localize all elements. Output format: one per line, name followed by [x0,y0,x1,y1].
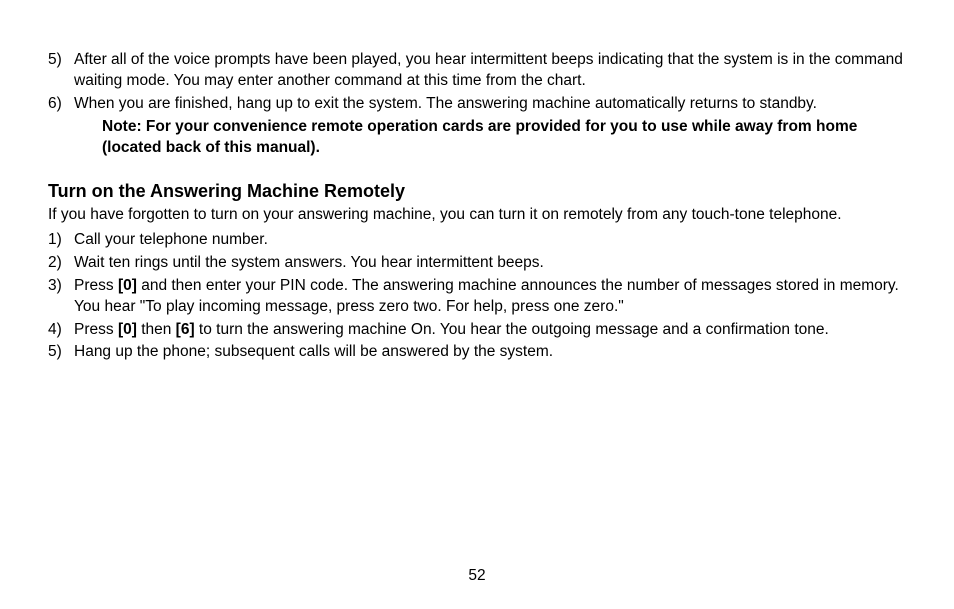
list-item: 3) Press [0] and then enter your PIN cod… [48,276,906,318]
section-heading: Turn on the Answering Machine Remotely [48,179,906,203]
list-number: 5) [48,50,74,92]
list-number: 3) [48,276,74,318]
list-number: 4) [48,320,74,341]
page-number: 52 [0,566,954,587]
list-number: 5) [48,342,74,363]
list-body: Hang up the phone; subsequent calls will… [74,342,906,363]
list-body: Call your telephone number. [74,230,906,251]
note-text: Note: For your convenience remote operat… [102,117,906,159]
list-item: 5) After all of the voice prompts have b… [48,50,906,92]
document-page: 5) After all of the voice prompts have b… [0,0,954,609]
list-item: 4) Press [0] then [6] to turn the answer… [48,320,906,341]
list-item: 5) Hang up the phone; subsequent calls w… [48,342,906,363]
list-item: 2) Wait ten rings until the system answe… [48,253,906,274]
list-number: 6) [48,94,74,115]
list-number: 2) [48,253,74,274]
section-intro: If you have forgotten to turn on your an… [48,205,906,226]
list-item: 6) When you are finished, hang up to exi… [48,94,906,115]
list-body: Wait ten rings until the system answers.… [74,253,906,274]
list-body: Press [0] then [6] to turn the answering… [74,320,906,341]
list-body: When you are finished, hang up to exit t… [74,94,906,115]
list-number: 1) [48,230,74,251]
list-body: Press [0] and then enter your PIN code. … [74,276,906,318]
list-body: After all of the voice prompts have been… [74,50,906,92]
list-item: 1) Call your telephone number. [48,230,906,251]
